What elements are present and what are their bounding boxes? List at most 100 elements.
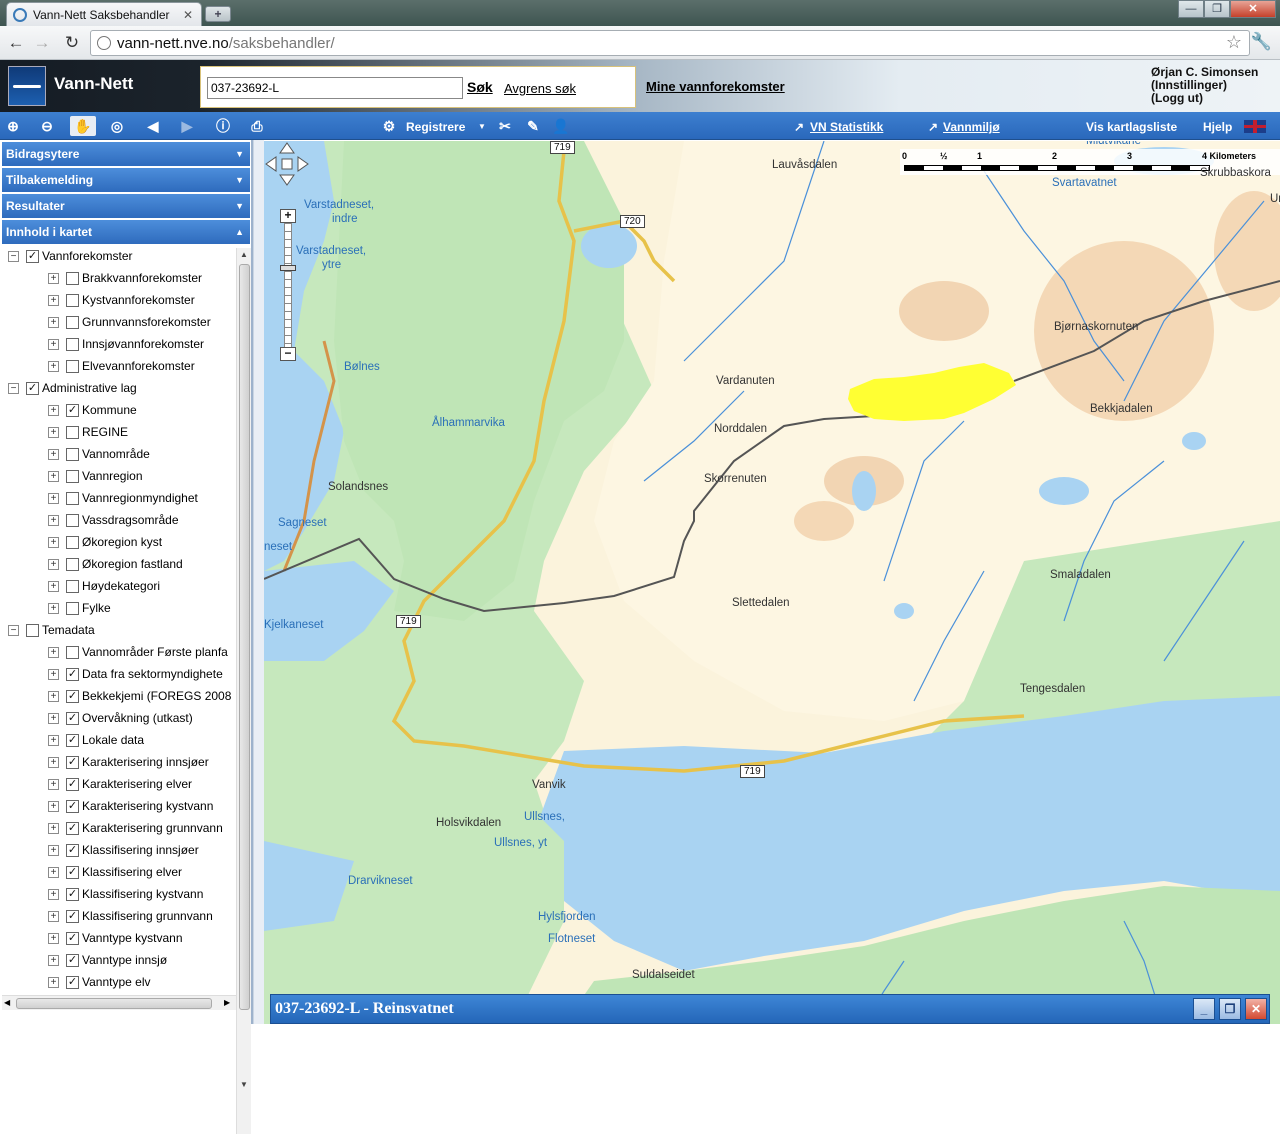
close-panel-button[interactable]: ✕ bbox=[1245, 998, 1267, 1020]
expand-icon[interactable]: + bbox=[48, 713, 59, 724]
zoom-track[interactable] bbox=[284, 223, 292, 351]
tree-row[interactable]: + ✓ Karakterisering elver bbox=[0, 774, 236, 796]
layer-checkbox[interactable]: ✓ bbox=[66, 690, 79, 703]
tree-row[interactable]: + ✓ Bekkekjemi (FOREGS 2008 bbox=[0, 686, 236, 708]
next-extent-icon[interactable]: ▶ bbox=[176, 116, 198, 136]
expand-icon[interactable]: + bbox=[48, 977, 59, 988]
scroll-up-icon[interactable]: ▲ bbox=[240, 250, 248, 259]
expand-icon[interactable]: + bbox=[48, 933, 59, 944]
expand-icon[interactable]: + bbox=[48, 823, 59, 834]
expand-icon[interactable]: + bbox=[48, 405, 59, 416]
tree-horizontal-scrollbar[interactable]: ◀ ▶ bbox=[2, 995, 236, 1010]
tree-row[interactable]: + ✓ Klassifisering kystvann bbox=[0, 884, 236, 906]
layer-checkbox[interactable]: ✓ bbox=[66, 404, 79, 417]
measure-icon[interactable]: ✂ bbox=[494, 116, 516, 136]
tree-row[interactable]: + Vannregionmyndighet bbox=[0, 488, 236, 510]
my-water-bodies-link[interactable]: Mine vannforekomster bbox=[646, 79, 785, 94]
layer-checkbox[interactable] bbox=[66, 360, 79, 373]
expand-icon[interactable]: + bbox=[48, 273, 59, 284]
expand-icon[interactable]: + bbox=[48, 559, 59, 570]
english-flag-icon[interactable] bbox=[1244, 120, 1266, 133]
layer-checkbox[interactable]: ✓ bbox=[66, 756, 79, 769]
result-panel[interactable]: 037-23692-L - Reinsvatnet _ ❐ ✕ bbox=[270, 994, 1270, 1024]
forward-icon[interactable]: → bbox=[32, 33, 52, 53]
minimize-window-button[interactable]: — bbox=[1178, 0, 1204, 18]
zoom-in-icon[interactable]: ⊕ bbox=[2, 116, 24, 136]
layer-checkbox[interactable] bbox=[66, 426, 79, 439]
expand-icon[interactable]: + bbox=[48, 669, 59, 680]
zoom-out-icon[interactable]: ⊖ bbox=[36, 116, 58, 136]
layer-checkbox[interactable]: ✓ bbox=[66, 910, 79, 923]
expand-icon[interactable]: + bbox=[48, 867, 59, 878]
search-button[interactable]: Søk bbox=[467, 79, 493, 95]
tree-row[interactable]: + REGINE bbox=[0, 422, 236, 444]
expand-icon[interactable]: + bbox=[48, 515, 59, 526]
tree-row[interactable]: + ✓ Klassifisering elver bbox=[0, 862, 236, 884]
tree-row[interactable]: + ✓ Karakterisering innsjøer bbox=[0, 752, 236, 774]
panel-resultater[interactable]: Resultater ▼ bbox=[2, 194, 250, 218]
collapse-icon[interactable]: − bbox=[8, 625, 19, 636]
edit-pencil-icon[interactable]: ✎ bbox=[522, 116, 544, 136]
map-view[interactable]: 0 ½ 1 2 3 4 Kilometers + − Lauvåsdalen Va… bbox=[264, 141, 1280, 1024]
layer-checkbox[interactable] bbox=[66, 646, 79, 659]
tree-row[interactable]: + Fylke bbox=[0, 598, 236, 620]
expand-icon[interactable]: + bbox=[48, 889, 59, 900]
tree-row[interactable]: + Økoregion kyst bbox=[0, 532, 236, 554]
layer-checkbox[interactable] bbox=[66, 580, 79, 593]
tree-row[interactable]: + Kystvannforekomster bbox=[0, 290, 236, 312]
panel-tilbakemelding[interactable]: Tilbakemelding ▼ bbox=[2, 168, 250, 192]
browser-tab[interactable]: Vann-Nett Saksbehandler ✕ bbox=[6, 2, 202, 26]
layer-checkbox[interactable]: ✓ bbox=[26, 382, 39, 395]
tree-row[interactable]: + Vassdragsområde bbox=[0, 510, 236, 532]
layer-checkbox[interactable] bbox=[66, 470, 79, 483]
tree-row[interactable]: + ✓ Vanntype innsjø bbox=[0, 950, 236, 972]
layer-checkbox[interactable] bbox=[26, 624, 39, 637]
expand-icon[interactable]: + bbox=[48, 911, 59, 922]
layer-checkbox[interactable]: ✓ bbox=[66, 712, 79, 725]
expand-icon[interactable]: + bbox=[48, 779, 59, 790]
expand-icon[interactable]: + bbox=[48, 339, 59, 350]
vannmiljo-link[interactable]: Vannmiljø bbox=[943, 120, 1000, 134]
vn-statistics-link[interactable]: VN Statistikk bbox=[810, 120, 883, 134]
tree-row[interactable]: + ✓ Vanntype kystvann bbox=[0, 928, 236, 950]
layer-checkbox[interactable]: ✓ bbox=[66, 844, 79, 857]
help-link[interactable]: Hjelp bbox=[1203, 120, 1232, 134]
layer-checkbox[interactable] bbox=[66, 316, 79, 329]
expand-icon[interactable]: + bbox=[48, 493, 59, 504]
layer-checkbox[interactable] bbox=[66, 272, 79, 285]
previous-extent-icon[interactable]: ◀ bbox=[142, 116, 164, 136]
layer-checkbox[interactable]: ✓ bbox=[66, 822, 79, 835]
tree-row[interactable]: + Elvevannforekomster bbox=[0, 356, 236, 378]
register-menu[interactable]: Registrere bbox=[406, 120, 465, 134]
bookmark-star-icon[interactable]: ☆ bbox=[1226, 32, 1242, 53]
layer-checkbox[interactable] bbox=[66, 492, 79, 505]
scroll-left-icon[interactable]: ◀ bbox=[4, 998, 10, 1007]
url-bar[interactable]: vann-nett.nve.no/saksbehandler/ bbox=[90, 30, 1250, 56]
layer-checkbox[interactable]: ✓ bbox=[66, 778, 79, 791]
expand-icon[interactable]: + bbox=[48, 361, 59, 372]
tree-row[interactable]: + ✓ Karakterisering grunnvann bbox=[0, 818, 236, 840]
expand-icon[interactable]: + bbox=[48, 955, 59, 966]
tree-row[interactable]: − Temadata bbox=[0, 620, 236, 642]
add-user-icon[interactable]: 👤 bbox=[550, 116, 572, 136]
tree-row[interactable]: + ✓ Vanntype elv bbox=[0, 972, 236, 994]
layer-checkbox[interactable] bbox=[66, 514, 79, 527]
expand-icon[interactable]: + bbox=[48, 317, 59, 328]
tree-row[interactable]: + Vannområder Første planfa bbox=[0, 642, 236, 664]
expand-icon[interactable]: + bbox=[48, 471, 59, 482]
layer-list-link[interactable]: Vis kartlagsliste bbox=[1086, 120, 1177, 134]
zoom-out-button[interactable]: − bbox=[280, 347, 296, 361]
tree-row[interactable]: + ✓ Data fra sektormyndighete bbox=[0, 664, 236, 686]
expand-icon[interactable]: + bbox=[48, 295, 59, 306]
layer-checkbox[interactable]: ✓ bbox=[66, 668, 79, 681]
expand-icon[interactable]: + bbox=[48, 735, 59, 746]
zoom-slider[interactable]: + − bbox=[280, 209, 296, 363]
tab-close-icon[interactable]: ✕ bbox=[181, 8, 195, 22]
minimize-panel-button[interactable]: _ bbox=[1193, 998, 1215, 1020]
back-icon[interactable]: ← bbox=[6, 33, 26, 53]
sidebar-splitter[interactable] bbox=[253, 140, 264, 1024]
pan-hand-icon[interactable]: ✋ bbox=[70, 116, 96, 136]
tree-row[interactable]: + Økoregion fastland bbox=[0, 554, 236, 576]
scrollbar-thumb[interactable] bbox=[16, 998, 212, 1009]
reload-icon[interactable]: ↻ bbox=[62, 33, 82, 53]
